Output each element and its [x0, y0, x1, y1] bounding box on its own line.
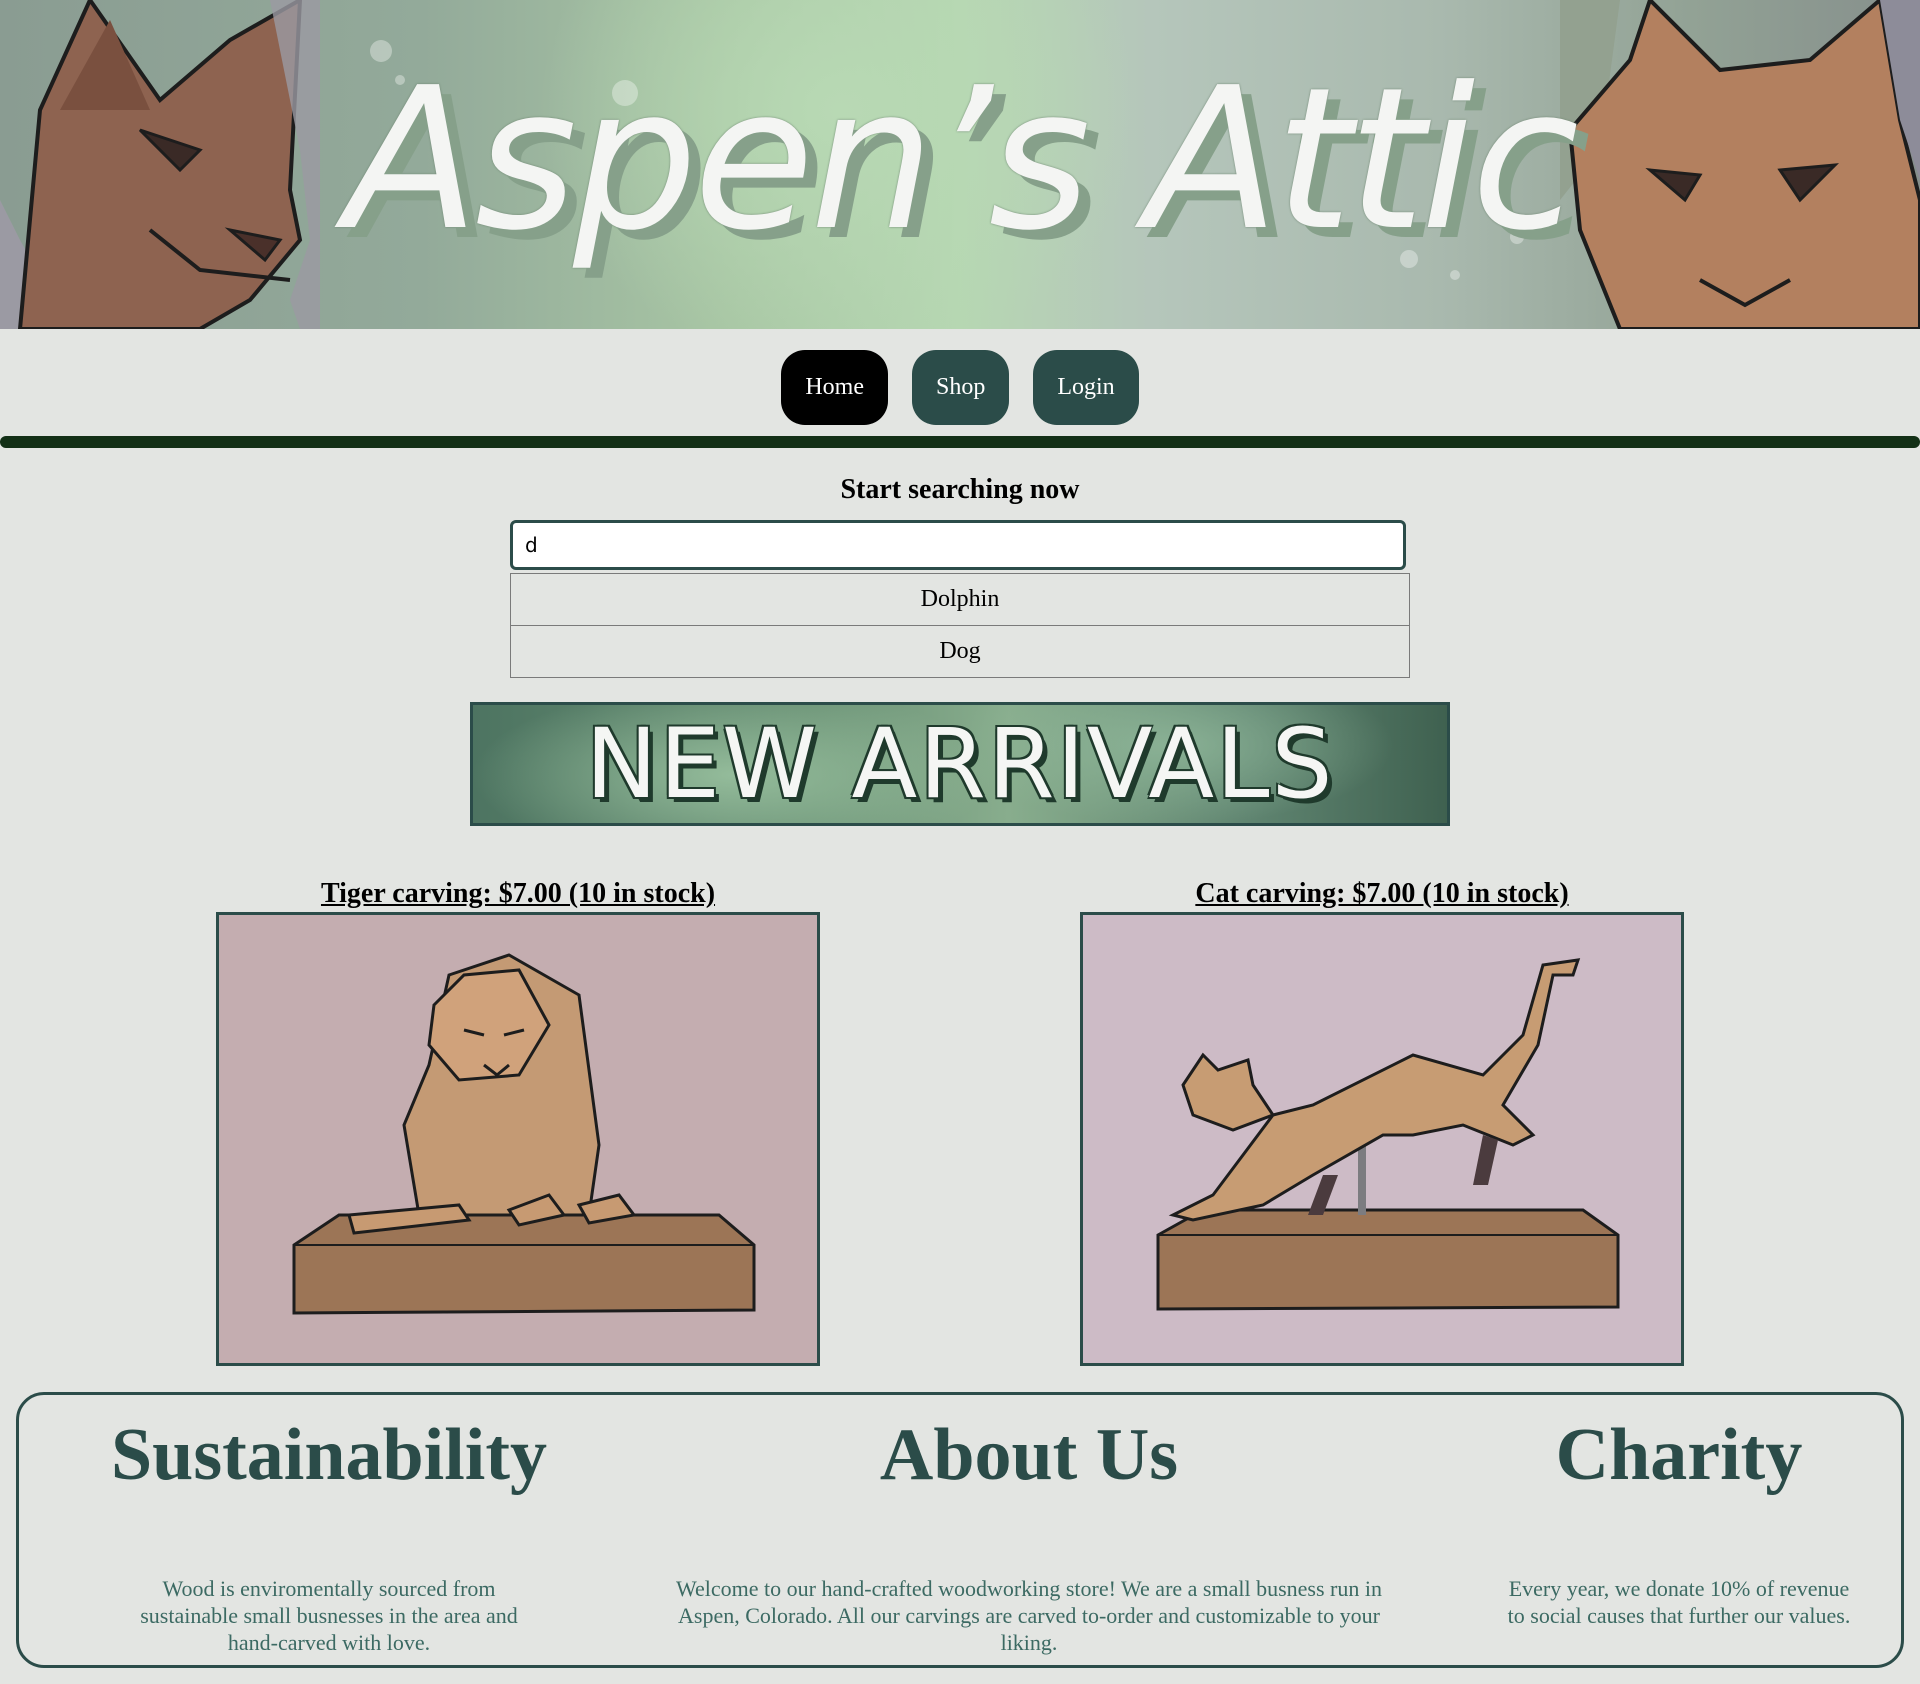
nav-divider	[0, 436, 1920, 448]
main-nav: Home Shop Login	[0, 350, 1920, 426]
charity-heading: Charity	[1555, 1414, 1803, 1496]
product-image-tiger[interactable]	[216, 912, 820, 1366]
cat-face-icon	[1560, 0, 1920, 329]
nav-login-button[interactable]: Login	[1033, 350, 1139, 425]
search-input[interactable]	[510, 520, 1406, 570]
about-heading: About Us	[879, 1414, 1179, 1496]
suggestion-item-dog[interactable]: Dog	[511, 626, 1409, 678]
tiger-carving-icon	[292, 953, 756, 1315]
nav-shop-button[interactable]: Shop	[911, 350, 1010, 425]
about-column: About Us Welcome to our hand-crafted woo…	[639, 1405, 1419, 1656]
search-heading: Start searching now	[840, 474, 1080, 505]
nav-home-button[interactable]: Home	[781, 350, 888, 425]
about-text: Welcome to our hand-crafted woodworking …	[676, 1576, 1382, 1655]
sustainability-text: Wood is enviromentally sourced from sust…	[140, 1576, 518, 1655]
product-title-tiger[interactable]: Tiger carving: $7.00 (10 in stock)	[216, 878, 820, 910]
cat-carving-icon	[1156, 958, 1620, 1311]
product-title-cat[interactable]: Cat carving: $7.00 (10 in stock)	[1080, 878, 1684, 910]
search-suggestions: Dolphin Dog	[510, 573, 1410, 678]
sustainability-heading: Sustainability	[111, 1414, 547, 1496]
site-title: Aspen’s Attic	[344, 46, 1579, 274]
charity-text: Every year, we donate 10% of revenue to …	[1507, 1576, 1851, 1628]
new-arrivals-banner: NEW ARRIVALS	[470, 702, 1450, 826]
cat-face-icon	[0, 0, 320, 329]
info-section: Sustainability Wood is enviromentally so…	[16, 1392, 1904, 1668]
charity-column: Charity Every year, we donate 10% of rev…	[1479, 1405, 1879, 1629]
site-banner: Aspen’s Attic	[0, 0, 1920, 329]
product-image-cat[interactable]	[1080, 912, 1684, 1366]
suggestion-item-dolphin[interactable]: Dolphin	[511, 574, 1409, 626]
new-arrivals-label: NEW ARRIVALS	[585, 708, 1335, 820]
sustainability-column: Sustainability Wood is enviromentally so…	[79, 1405, 579, 1656]
